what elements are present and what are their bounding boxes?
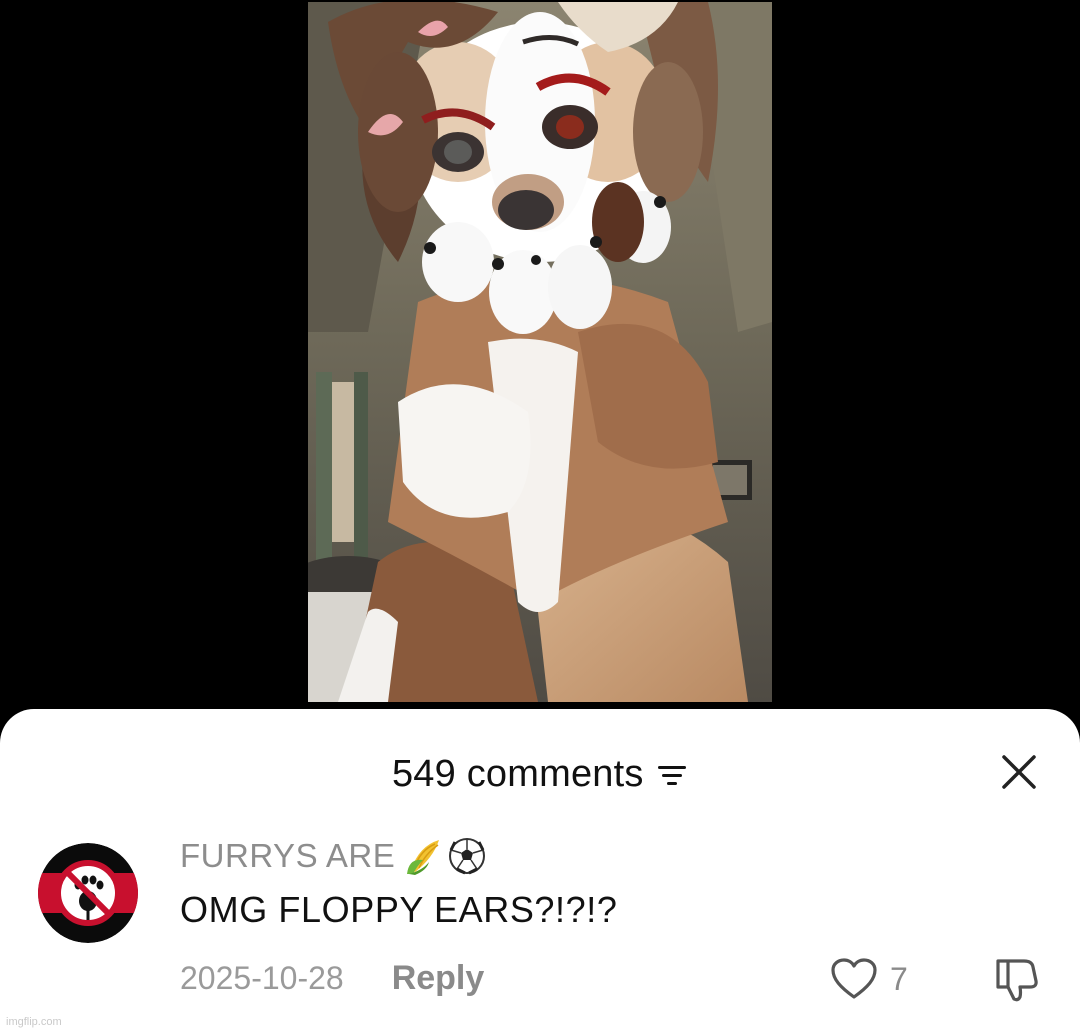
sort-icon[interactable] xyxy=(656,763,688,787)
comments-sheet: 549 comments FURRYS ARE OMG FLOPPY EARS?… xyxy=(0,709,1080,1032)
avatar[interactable] xyxy=(38,843,138,943)
video-frame[interactable] xyxy=(308,2,772,702)
username[interactable]: FURRYS ARE xyxy=(180,837,395,875)
comment-item: FURRYS ARE OMG FLOPPY EARS?!?!? 2025-10-… xyxy=(0,829,1080,1029)
like-count: 7 xyxy=(890,960,908,997)
comment-date: 2025-10-28 xyxy=(180,959,344,996)
screen: 549 comments FURRYS ARE OMG FLOPPY EARS?… xyxy=(0,0,1080,1032)
no-furry-avatar-icon xyxy=(38,843,138,943)
comments-header: 549 comments xyxy=(0,753,1080,801)
thumbs-down-icon[interactable] xyxy=(990,953,1040,1003)
username-row: FURRYS ARE xyxy=(180,835,487,877)
like-button[interactable]: 7 xyxy=(830,955,908,1003)
comments-count-title: 549 comments xyxy=(391,753,644,795)
soccer-ball-emoji xyxy=(449,838,486,875)
heart-icon xyxy=(831,958,877,999)
watermark: imgflip.com xyxy=(6,1016,62,1028)
comment-text: OMG FLOPPY EARS?!?!? xyxy=(180,889,618,930)
close-icon[interactable] xyxy=(1000,753,1038,791)
comment-meta: 2025-10-28 Reply xyxy=(180,957,484,999)
reply-button[interactable]: Reply xyxy=(392,959,485,998)
corn-emoji xyxy=(407,840,440,875)
video-image xyxy=(308,2,772,702)
